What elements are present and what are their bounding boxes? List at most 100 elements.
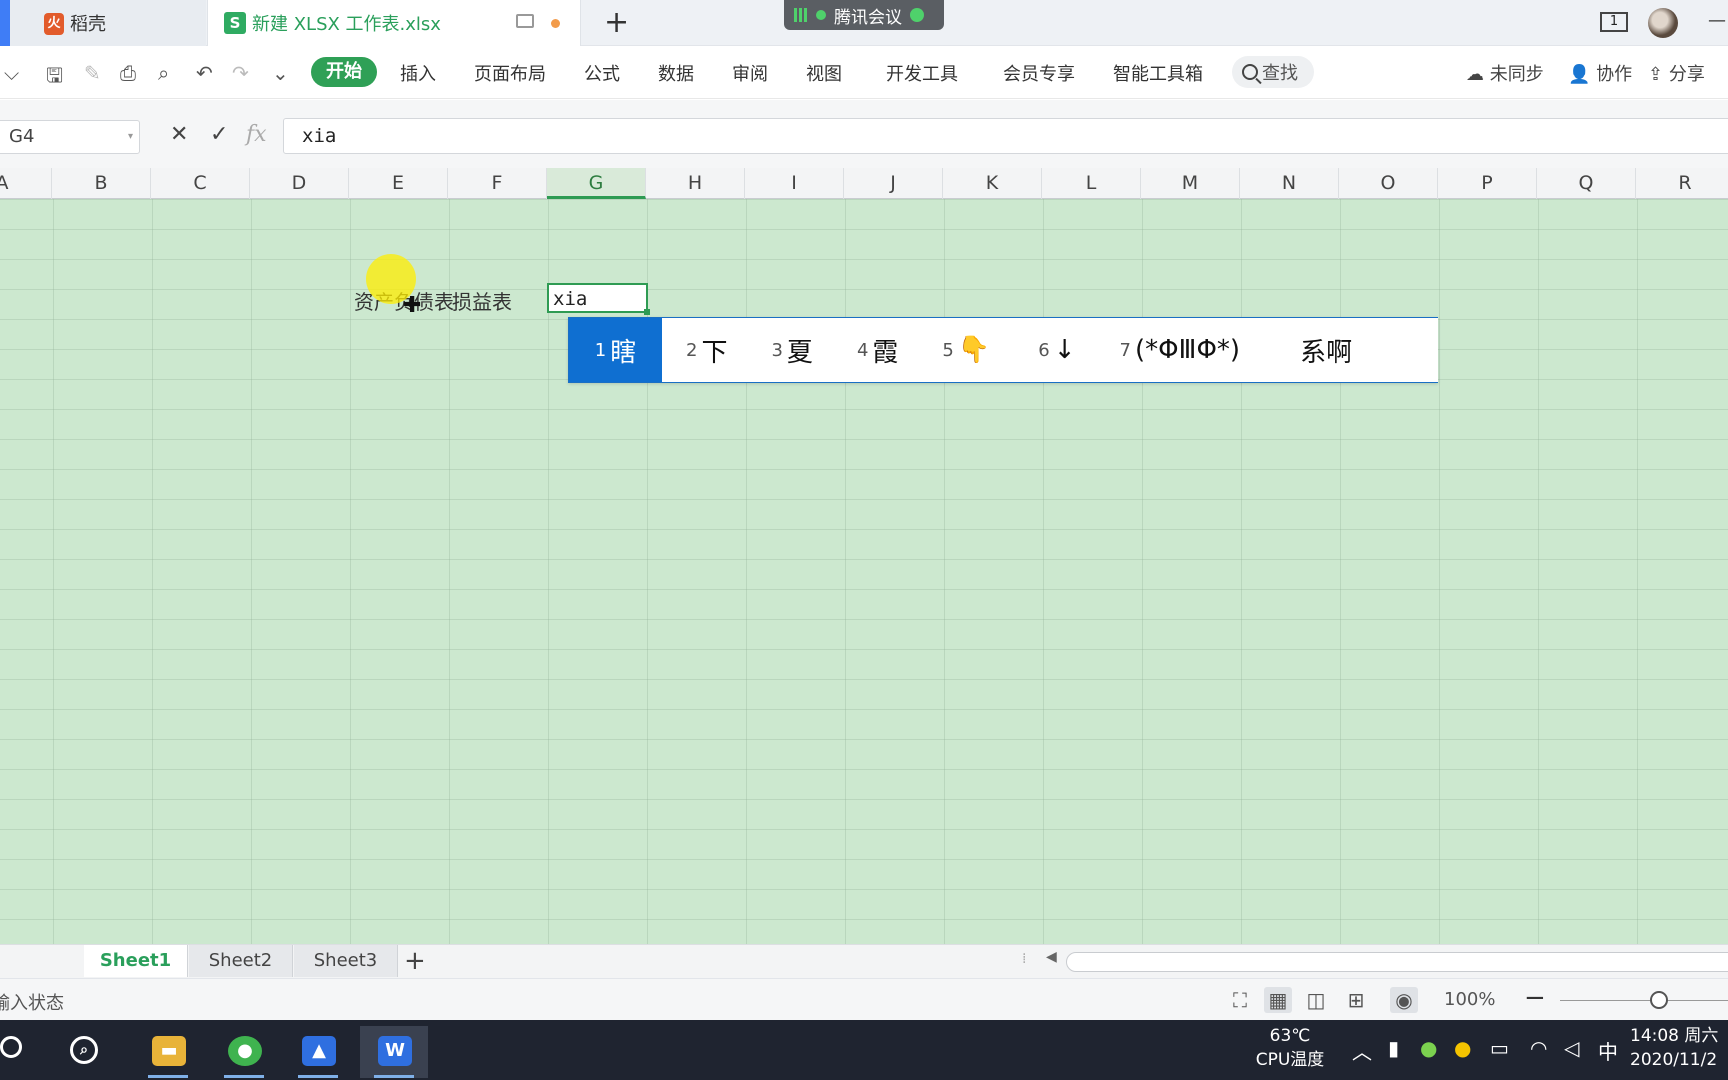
menu-tab-data[interactable]: 数据 — [658, 60, 694, 86]
column-header-i[interactable]: I — [745, 168, 844, 199]
sheet-tab-sheet2[interactable]: Sheet2 — [189, 945, 293, 977]
column-header-p[interactable]: P — [1438, 168, 1537, 199]
ime-candidate-number: 4 — [856, 339, 869, 361]
battery-icon[interactable]: ▭ — [1490, 1036, 1509, 1060]
ime-candidate[interactable]: 系啊 — [1296, 318, 1352, 382]
menu-tab-formula[interactable]: 公式 — [584, 60, 620, 86]
taskbar-file-explorer[interactable]: ▬ — [134, 1026, 202, 1078]
sheet-tab-sheet1[interactable]: Sheet1 — [84, 945, 188, 977]
column-header-c[interactable]: C — [151, 168, 250, 199]
zoom-slider[interactable] — [1560, 1000, 1728, 1001]
column-header-h[interactable]: H — [646, 168, 745, 199]
menu-tab-start[interactable]: 开始 — [311, 57, 377, 87]
column-header-a[interactable]: A — [0, 168, 52, 199]
start-search-icon[interactable] — [0, 1036, 22, 1058]
tab-workbook[interactable]: S 新建 XLSX 工作表.xlsx — [207, 0, 581, 46]
taskbar-search[interactable]: ⌕ — [52, 1026, 120, 1078]
menu-tab-member[interactable]: 会员专享 — [1003, 60, 1075, 86]
microphone-icon[interactable]: ▮ — [1388, 1036, 1399, 1060]
taskbar-meeting[interactable]: ▲ — [284, 1026, 352, 1078]
print-preview-icon[interactable]: ⌕ — [158, 61, 169, 85]
tab-daoke-label: 稻壳 — [70, 14, 106, 35]
column-header-g[interactable]: G — [547, 168, 646, 199]
taskbar-wechat[interactable]: ● — [210, 1026, 278, 1078]
share-label: 分享 — [1668, 64, 1705, 85]
daoke-icon: 火 — [44, 13, 64, 35]
column-header-q[interactable]: Q — [1537, 168, 1636, 199]
chevron-down-icon[interactable]: ▾ — [128, 121, 133, 153]
menu-collapse-icon[interactable]: ⌵ — [4, 61, 19, 85]
ime-candidate[interactable]: 4 霞 — [857, 318, 898, 382]
column-header-m[interactable]: M — [1141, 168, 1240, 199]
column-header-l[interactable]: L — [1042, 168, 1141, 199]
cell-f4[interactable]: 损益表 — [452, 286, 512, 315]
show-hidden-icons-icon[interactable]: ︿ — [1352, 1036, 1372, 1065]
print-icon[interactable]: ⎙ — [120, 61, 136, 85]
menu-tab-developer[interactable]: 开发工具 — [886, 60, 958, 86]
column-header-n[interactable]: N — [1240, 168, 1339, 199]
search-button[interactable]: 查找 — [1232, 56, 1314, 88]
fullscreen-icon[interactable]: ⛶ — [1226, 987, 1254, 1013]
name-box[interactable]: G4 ▾ — [0, 120, 140, 154]
column-header-b[interactable]: B — [52, 168, 151, 199]
column-header-j[interactable]: J — [844, 168, 943, 199]
tray-app-icon[interactable]: ● — [1420, 1036, 1437, 1060]
normal-view-icon[interactable]: ▦ — [1264, 987, 1292, 1013]
zoom-level[interactable]: 100% — [1444, 989, 1495, 1010]
system-clock[interactable]: 14:08 周六 2020/11/2 — [1630, 1024, 1718, 1072]
cell-grid[interactable]: 资产负债表 损益表 ✚ xia — [0, 199, 1728, 944]
ime-candidate[interactable]: 1 瞎 — [569, 318, 662, 382]
wifi-icon[interactable]: ◠ — [1530, 1036, 1547, 1060]
quick-access-more-icon[interactable]: ⌄ — [272, 61, 289, 85]
ime-candidate[interactable]: 5 👇 — [942, 318, 990, 382]
window-count-badge[interactable]: 1 — [1600, 12, 1628, 32]
share-button[interactable]: ⇪ 分享 — [1648, 60, 1705, 86]
splitter-handle[interactable]: ⁞ — [1022, 951, 1026, 967]
formula-input[interactable]: xia — [283, 118, 1728, 154]
menu-tab-smart-toolbox[interactable]: 智能工具箱 — [1113, 60, 1203, 86]
column-header-k[interactable]: K — [943, 168, 1042, 199]
taskbar-wps[interactable]: W — [360, 1026, 428, 1078]
ime-candidate[interactable]: 2 下 — [686, 318, 727, 382]
zoom-out-button[interactable]: − — [1524, 983, 1546, 1013]
zoom-slider-handle[interactable] — [1650, 991, 1668, 1009]
meeting-bar[interactable]: 腾讯会议 — [784, 0, 944, 30]
new-tab-button[interactable]: + — [604, 6, 629, 40]
column-header-e[interactable]: E — [349, 168, 448, 199]
sheet-tab-sheet3[interactable]: Sheet3 — [294, 945, 398, 977]
active-cell-g4[interactable]: xia — [547, 283, 650, 315]
sync-status-button[interactable]: ☁ 未同步 — [1466, 60, 1544, 86]
save-icon[interactable]: 🖫 — [46, 61, 63, 95]
menu-tab-view[interactable]: 视图 — [806, 60, 842, 86]
menu-tab-page-layout[interactable]: 页面布局 — [474, 60, 546, 86]
avatar[interactable] — [1648, 8, 1678, 38]
add-sheet-button[interactable]: + — [404, 945, 426, 977]
insert-function-button[interactable]: fx — [246, 122, 267, 147]
tab-daoke[interactable]: 火 稻壳 — [0, 0, 206, 46]
column-header-d[interactable]: D — [250, 168, 349, 199]
menu-tab-review[interactable]: 审阅 — [732, 60, 768, 86]
horizontal-scrollbar[interactable] — [1066, 952, 1728, 972]
monitor-icon[interactable] — [516, 14, 534, 28]
ime-candidate[interactable]: 7 (*ΦⅢΦ*) — [1119, 318, 1240, 382]
qq-icon[interactable]: ● — [1454, 1036, 1471, 1060]
ime-candidate[interactable]: 3 夏 — [771, 318, 812, 382]
undo-icon[interactable]: ↶ — [196, 61, 213, 85]
redo-icon[interactable]: ↷ — [232, 61, 249, 85]
scroll-left-icon[interactable]: ◀ — [1046, 949, 1057, 965]
menu-tab-insert[interactable]: 插入 — [400, 60, 436, 86]
page-layout-view-icon[interactable]: ◫ — [1302, 987, 1330, 1013]
confirm-edit-button[interactable]: ✓ — [210, 122, 228, 147]
page-break-view-icon[interactable]: ⊞ — [1342, 987, 1370, 1013]
ime-language-indicator[interactable]: 中 — [1598, 1036, 1618, 1065]
column-header-r[interactable]: R — [1636, 168, 1728, 199]
column-header-o[interactable]: O — [1339, 168, 1438, 199]
column-header-f[interactable]: F — [448, 168, 547, 199]
cancel-edit-button[interactable]: ✕ — [170, 122, 188, 147]
minimize-button[interactable]: — — [1708, 10, 1726, 31]
eye-protection-icon[interactable]: ◉ — [1390, 987, 1418, 1013]
ime-candidate[interactable]: 6 ↓ — [1038, 318, 1075, 382]
collaborate-button[interactable]: 👤 协作 — [1568, 60, 1632, 86]
volume-icon[interactable]: ◁ — [1564, 1036, 1579, 1060]
format-painter-icon[interactable]: ✎ — [84, 61, 101, 85]
